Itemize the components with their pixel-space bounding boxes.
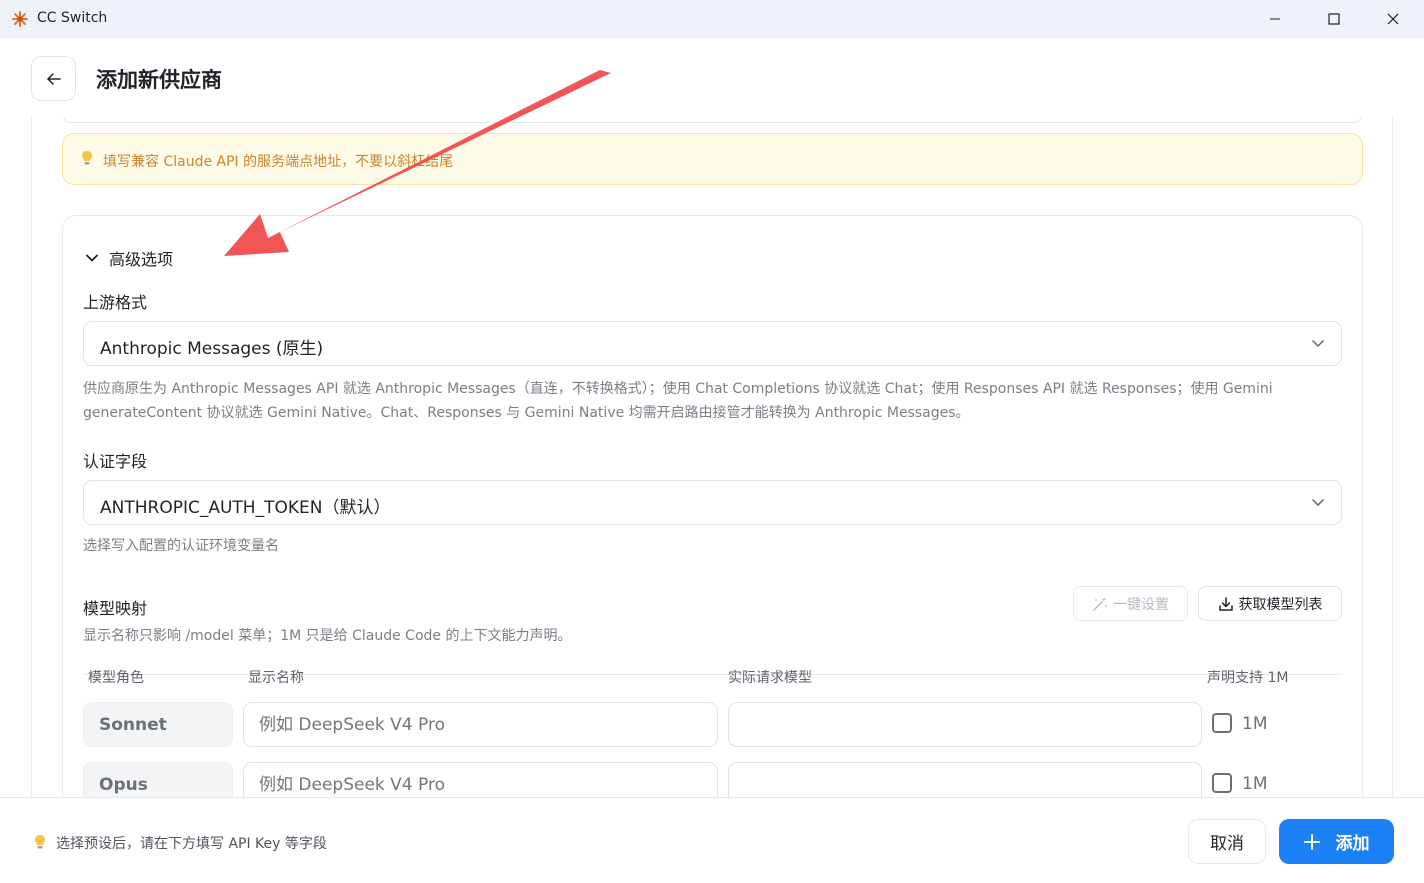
chevron-down-icon — [1312, 499, 1324, 506]
minimize-button[interactable] — [1246, 0, 1304, 38]
advanced-options-toggle[interactable]: 高级选项 — [85, 246, 173, 270]
column-header-request-model: 实际请求模型 — [728, 670, 812, 686]
auth-field-label: 认证字段 — [83, 452, 148, 471]
fetch-models-label: 获取模型列表 — [1238, 596, 1323, 613]
endpoint-hint: 填写兼容 Claude API 的服务端点地址，不要以斜杠结尾 — [62, 133, 1363, 185]
page-title: 添加新供应商 — [96, 68, 222, 92]
close-icon — [1387, 13, 1399, 25]
add-button[interactable]: 添加 — [1279, 819, 1394, 864]
1m-checkbox-label: 1M — [1242, 774, 1268, 794]
page-header: 添加新供应商 — [0, 38, 1424, 117]
form-content[interactable]: 填写兼容 Claude API 的服务端点地址，不要以斜杠结尾 高级选项 上游格… — [0, 117, 1424, 797]
display-name-input[interactable] — [243, 702, 718, 747]
cancel-button[interactable]: 取消 — [1188, 819, 1266, 864]
auth-field-select[interactable]: ANTHROPIC_AUTH_TOKEN（默认） — [83, 480, 1342, 525]
upstream-format-select[interactable]: Anthropic Messages (原生) — [83, 321, 1342, 366]
previous-field-card — [62, 117, 1363, 123]
close-button[interactable] — [1364, 0, 1422, 38]
request-model-input[interactable] — [728, 702, 1202, 747]
minimize-icon — [1270, 18, 1280, 20]
footer-bar: 选择预设后，请在下方填写 API Key 等字段 取消 添加 — [0, 797, 1424, 883]
plus-icon — [1303, 833, 1320, 850]
upstream-format-value: Anthropic Messages (原生) — [100, 339, 324, 359]
auth-field-help: 选择写入配置的认证环境变量名 — [83, 538, 279, 554]
fetch-models-button[interactable]: 获取模型列表 — [1198, 586, 1342, 621]
lightbulb-icon — [35, 835, 45, 849]
magic-wand-icon — [1093, 596, 1107, 611]
maximize-button[interactable] — [1305, 0, 1363, 38]
model-mapping-title: 模型映射 — [83, 599, 148, 618]
one-click-setup-label: 一键设置 — [1113, 596, 1169, 613]
model-mapping-help: 显示名称只影响 /model 菜单；1M 只是给 Claude Code 的上下… — [83, 628, 572, 644]
role-label: Opus — [99, 775, 148, 795]
upstream-format-help: 供应商原生为 Anthropic Messages API 就选 Anthrop… — [83, 381, 1273, 421]
column-header-role: 模型角色 — [88, 670, 144, 686]
add-button-label: 添加 — [1335, 834, 1370, 854]
hint-text: 填写兼容 Claude API 的服务端点地址，不要以斜杠结尾 — [103, 154, 454, 170]
maximize-icon — [1328, 13, 1340, 25]
window-titlebar: CC Switch — [0, 0, 1424, 38]
footer-hint-text: 选择预设后，请在下方填写 API Key 等字段 — [56, 836, 327, 852]
chevron-down-icon — [1312, 340, 1324, 347]
lightbulb-icon — [82, 151, 92, 165]
download-icon — [1218, 596, 1233, 611]
1m-checkbox[interactable] — [1212, 713, 1232, 733]
role-sonnet: Sonnet — [83, 702, 233, 747]
window-title: CC Switch — [37, 10, 108, 26]
role-label: Sonnet — [99, 715, 167, 735]
app-logo-icon — [12, 11, 28, 27]
chevron-down-icon — [86, 254, 98, 262]
one-click-setup-button[interactable]: 一键设置 — [1073, 586, 1188, 621]
arrow-left-icon — [46, 72, 61, 85]
column-header-display-name: 显示名称 — [248, 670, 304, 686]
column-header-1m-support: 声明支持 1M — [1207, 670, 1289, 686]
1m-checkbox-label: 1M — [1242, 714, 1268, 734]
back-button[interactable] — [31, 56, 76, 101]
upstream-format-label: 上游格式 — [83, 293, 148, 312]
advanced-options-label: 高级选项 — [109, 250, 174, 269]
1m-checkbox[interactable] — [1212, 773, 1232, 793]
auth-field-value: ANTHROPIC_AUTH_TOKEN（默认） — [100, 498, 391, 518]
